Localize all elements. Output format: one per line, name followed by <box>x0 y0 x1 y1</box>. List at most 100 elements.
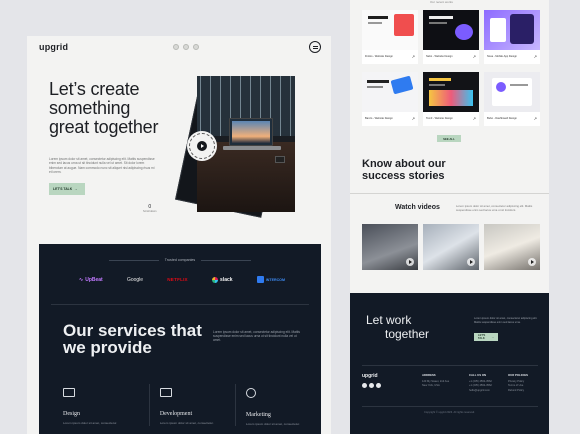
trusted-label: Trusted companies <box>164 258 196 262</box>
scroll-indicator: 0 Scroll down <box>143 204 156 213</box>
play-badge[interactable] <box>187 131 217 161</box>
footer-logo[interactable]: upgrid <box>362 373 378 379</box>
slack-icon <box>212 276 219 283</box>
footer-col-title: CALL US ON <box>469 373 487 377</box>
divider <box>350 193 549 194</box>
top-nav: upgrid <box>27 36 331 58</box>
services-copy: Lorem ipsum dolor sit amet, consectetur … <box>213 330 300 343</box>
arrow-right-icon: → <box>491 335 494 339</box>
scroll-label: Scroll down <box>143 210 157 213</box>
landing-page-right: Our recent works Fintics - Website Desig… <box>350 0 549 434</box>
laptop <box>229 118 273 146</box>
logo[interactable]: upgrid <box>39 42 68 52</box>
landing-page-left: upgrid Let’s create something great toge… <box>27 36 331 434</box>
play-icon[interactable] <box>467 258 475 266</box>
work-card[interactable]: Tom3 - Website Design ↗ <box>423 72 479 126</box>
arrow-up-right-icon: ↗ <box>533 54 537 59</box>
footer-col-title: ADDRESS <box>422 373 436 377</box>
play-icon[interactable] <box>528 258 536 266</box>
work-caption: Nova - Mobile App Design <box>487 55 517 58</box>
brand-label: UpBeat <box>85 276 103 283</box>
service-name: Marketing <box>245 412 271 418</box>
work-card[interactable]: Nebo - Website Design ↗ <box>423 10 479 64</box>
play-icon[interactable] <box>406 258 414 266</box>
upbeat-icon: ∿ <box>79 276 84 283</box>
watch-videos-title: Watch videos <box>395 204 440 211</box>
footer-call: CALL US ON +1 (235) 4562-3562 +1 (235) 4… <box>469 373 492 393</box>
work-card[interactable]: Banzo - Website Design ↗ <box>362 72 418 126</box>
work-thumbnail <box>484 10 540 50</box>
window-icon <box>159 388 172 397</box>
button-label: LET'S TALK <box>478 334 486 340</box>
work-caption: Bubo - Dashboard Design <box>487 117 517 120</box>
service-name: Design <box>63 411 80 417</box>
arrow-up-right-icon: ↗ <box>472 116 476 121</box>
cta-title: Let work together <box>366 313 456 341</box>
see-all-button[interactable]: SEE ALL <box>437 135 461 142</box>
work-thumbnail <box>484 72 540 112</box>
service-design[interactable]: Design Lorem ipsum dolor sit amet, conse… <box>63 384 149 426</box>
lets-talk-button[interactable]: LET'S TALK → <box>49 183 85 195</box>
instagram-icon[interactable] <box>376 383 381 388</box>
dark-section: Trusted companies ∿ UpBeat Google NETFLIX… <box>39 244 321 434</box>
success-stories-title: Know about our success stories <box>362 158 446 182</box>
hero-title: Let’s create something great together <box>49 79 159 137</box>
address-line: New York, USA <box>422 384 440 388</box>
services-grid: Design Lorem ipsum dolor sit amet, conse… <box>63 384 321 426</box>
work-thumbnail <box>362 10 418 50</box>
work-caption: Banzo - Website Design <box>365 117 393 120</box>
laptop-base <box>223 146 281 150</box>
footer-col-title: OUR POLICIES <box>508 373 529 377</box>
trusted-header: Trusted companies <box>39 258 321 262</box>
arrow-up-right-icon: ↗ <box>411 116 415 121</box>
work-caption: Nebo - Website Design <box>426 55 453 58</box>
layers-icon <box>63 388 75 397</box>
brand-intercom: INTERCOM <box>256 276 285 283</box>
email-link[interactable]: hello@upgrid.com <box>469 389 492 394</box>
divider <box>51 304 309 305</box>
video-thumbnail[interactable] <box>484 224 540 270</box>
footer-policies: OUR POLICIES Privacy Policy Terms of Use… <box>508 373 528 393</box>
lets-talk-label: LET'S TALK <box>53 187 73 191</box>
service-copy: Lorem ipsum dolor sit amet, consectetur. <box>245 422 300 426</box>
policy-link[interactable]: Refund Policy <box>508 389 528 394</box>
twitter-icon[interactable] <box>183 44 189 50</box>
brand-upbeat: ∿ UpBeat <box>79 277 103 283</box>
divider <box>201 259 252 261</box>
brand-google: Google <box>126 276 144 283</box>
work-card[interactable]: Fintics - Website Design ↗ <box>362 10 418 64</box>
brand-slack: slack <box>212 276 233 283</box>
footer-lets-talk-button[interactable]: LET'S TALK → <box>474 333 498 341</box>
watch-videos-copy: Lorem ipsum dolor sit amet, consectetur … <box>456 204 533 212</box>
brand-label: slack <box>220 276 233 283</box>
service-copy: Lorem ipsum dolor sit amet, consectetur. <box>63 421 118 425</box>
social-links <box>173 44 199 50</box>
service-copy: Lorem ipsum dolor sit amet, consectetur. <box>159 421 214 425</box>
arrow-up-right-icon: ↗ <box>533 116 537 121</box>
video-thumbnail[interactable] <box>362 224 418 270</box>
work-thumbnail <box>362 72 418 112</box>
instagram-icon[interactable] <box>193 44 199 50</box>
service-name: Development <box>159 411 193 417</box>
footer-address: ADDRESS 123 My Sweet, 2nd Ave New York, … <box>422 373 449 389</box>
work-thumbnail <box>423 10 479 50</box>
copyright: Copyright © upgrid 2023. All rights rese… <box>350 406 549 414</box>
brand-logos: ∿ UpBeat Google NETFLIX slack INTERCOM <box>79 276 285 283</box>
facebook-icon[interactable] <box>173 44 179 50</box>
divider <box>362 365 538 366</box>
work-caption: Fintics - Website Design <box>365 55 393 58</box>
work-card[interactable]: Nova - Mobile App Design ↗ <box>484 10 540 64</box>
intercom-icon <box>256 276 264 283</box>
twitter-icon[interactable] <box>369 383 374 388</box>
service-development[interactable]: Development Lorem ipsum dolor sit amet, … <box>148 384 235 426</box>
cta-copy: Lorem ipsum dolor sit amet, consectetur … <box>474 317 538 324</box>
brand-netflix: NETFLIX <box>167 277 188 282</box>
service-marketing[interactable]: Marketing Lorem ipsum dolor sit amet, co… <box>234 384 321 426</box>
brand-label: INTERCOM <box>265 277 285 282</box>
video-thumbnail[interactable] <box>423 224 479 270</box>
menu-icon[interactable] <box>309 41 321 53</box>
footer-socials <box>362 383 381 388</box>
services-title: Our services that we provide <box>63 321 202 357</box>
work-card[interactable]: Bubo - Dashboard Design ↗ <box>484 72 540 126</box>
facebook-icon[interactable] <box>362 383 367 388</box>
